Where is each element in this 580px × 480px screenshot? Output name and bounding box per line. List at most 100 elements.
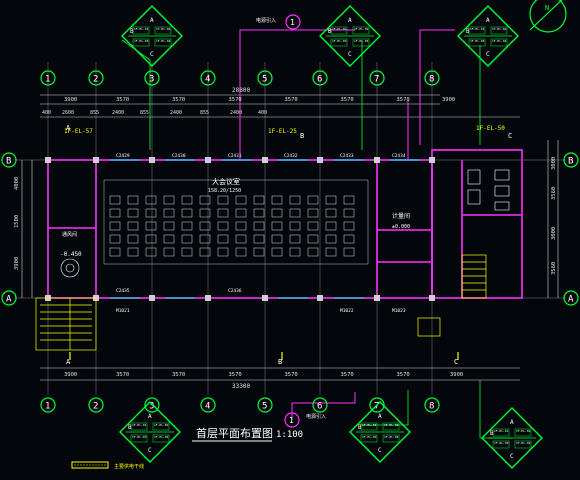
grid-bubble-label: 2 — [93, 75, 98, 85]
seat-block — [109, 208, 121, 218]
grid-bubble-label: 1 — [45, 402, 50, 412]
diamond-letter: C — [148, 447, 152, 454]
grid-bubble-label: A — [6, 295, 12, 305]
grid-bubble-row-A-right: A — [563, 290, 579, 306]
elevation-outside: -0.450 — [60, 251, 82, 258]
seat-block — [325, 208, 337, 218]
top-dim-text-2: 855 — [90, 110, 99, 116]
diamond-panel-label: 1F-EL-01 — [494, 429, 509, 433]
diamond-letter: A — [486, 17, 490, 24]
seat-block — [181, 234, 193, 244]
callout-text-bottom: 电源引入 — [306, 413, 326, 420]
panel-diamond-symbol[interactable]: ABC1F-EL-01 1F-EL-021F-EL-03 1F-EL-04 — [457, 5, 519, 67]
power-entry-callout-top[interactable]: 1 — [285, 14, 301, 30]
diamond-panel-label: 1F-EL-02 — [154, 423, 169, 427]
top-dim-text-2: 855 — [140, 110, 149, 116]
diamond-letter: A — [378, 413, 382, 420]
seat-block — [163, 208, 175, 218]
diamond-panel-label: 1F-EL-01 — [134, 27, 149, 31]
seat-block — [307, 247, 319, 257]
seat-block — [199, 208, 211, 218]
diamond-letter: A — [348, 17, 352, 24]
seat-block — [199, 247, 211, 257]
equip-code-9: M1021 — [116, 308, 130, 314]
top-dim-text-2: 2400 — [230, 110, 242, 116]
bottom-dim-text: 3570 — [341, 372, 354, 378]
seat-block — [109, 234, 121, 244]
floor-plan-svg: 1122334455667788AB BA ABC1F-EL-01 1F-EL-02… — [1, 0, 579, 470]
bottom-dim-text: 3900 — [64, 372, 77, 378]
diamond-panel-label: 1F-EL-03 — [362, 435, 377, 439]
seat-block — [145, 221, 157, 231]
seat-block — [145, 247, 157, 257]
top-dim-text-2: 400 — [258, 110, 267, 116]
grid-bubble-label: 8 — [429, 75, 434, 85]
grid-bubble-col-5-bottom: 5 — [257, 397, 273, 413]
panel-diamond-symbol[interactable]: ABC1F-EL-01 1F-EL-021F-EL-03 1F-EL-04 — [481, 407, 543, 469]
diamond-panel-label: 1F-EL-04 — [154, 435, 169, 439]
seat-block — [199, 195, 211, 205]
grid-bubble-label: 5 — [262, 402, 267, 412]
seat-block — [343, 247, 355, 257]
diamond-panel-label: 1F-EL-01 — [132, 423, 147, 427]
top-dim-text: 3570 — [116, 97, 129, 103]
seat-block — [289, 195, 301, 205]
section-mark-b-top: B — [300, 132, 304, 140]
seat-block — [127, 208, 139, 218]
top-dim-text: 3900 — [64, 97, 77, 103]
top-dim-text-2: 2400 — [170, 110, 182, 116]
equip-code-2: C2430 — [172, 153, 186, 159]
seat-block — [217, 221, 229, 231]
north-arrow-label: N — [545, 4, 549, 12]
seat-block — [199, 221, 211, 231]
power-entry-callout-bottom[interactable]: 1 — [284, 412, 300, 428]
diamond-letter: C — [348, 51, 352, 58]
hall-label: 大会议室 — [212, 177, 240, 186]
seat-block — [307, 195, 319, 205]
diamond-panel-label: 1F-EL-03 — [470, 39, 485, 43]
diamond-panel-label: 1F-EL-03 — [494, 441, 509, 445]
drawing-title: 首层平面布置图 — [196, 426, 273, 440]
seat-block — [217, 234, 229, 244]
diamond-panel-label: 1F-EL-04 — [354, 39, 369, 43]
seat-block — [163, 221, 175, 231]
panel-tag-2: 1F-EL-25 — [268, 128, 297, 135]
seat-block — [109, 221, 121, 231]
top-dim-text-2: 855 — [200, 110, 209, 116]
seat-block — [343, 195, 355, 205]
diamond-panel-label: 1F-EL-04 — [516, 441, 531, 445]
equip-code-8: C2436 — [228, 288, 242, 294]
diamond-letter: C — [150, 51, 154, 58]
seat-block — [127, 234, 139, 244]
top-dim-text: 3900 — [442, 97, 455, 103]
diamond-panel-label: 1F-EL-04 — [384, 435, 399, 439]
grid-bubble-label: 5 — [262, 75, 267, 85]
right-dim-text: 3560 — [551, 262, 557, 275]
seat-block — [145, 208, 157, 218]
grid-bubble-row-A-left: A — [1, 290, 17, 306]
seat-block — [235, 208, 247, 218]
seat-block — [109, 195, 121, 205]
grid-bubble-label: B — [6, 157, 11, 167]
seat-block — [127, 195, 139, 205]
right-dim-text: 3560 — [551, 187, 557, 200]
grid-bubble-label: 8 — [429, 402, 434, 412]
room-label-1: 计量间 — [392, 212, 410, 220]
seat-block — [343, 234, 355, 244]
room-label-2: 通风间 — [62, 231, 77, 238]
seat-block — [307, 234, 319, 244]
seat-block — [325, 221, 337, 231]
grid-bubble-label: 1 — [45, 75, 50, 85]
panel-diamond-symbol[interactable]: ABC1F-EL-01 1F-EL-021F-EL-03 1F-EL-04 — [121, 5, 183, 67]
cad-drawing-canvas: 1122334455667788ABBA A B C 1F-EL-01 1F-EL-02… — [0, 0, 580, 480]
seat-block — [145, 195, 157, 205]
drawing-scale: 1:100 — [276, 430, 303, 440]
grid-bubble-col-8-bottom: 8 — [424, 397, 440, 413]
diamond-panel-label: 1F-EL-04 — [492, 39, 507, 43]
grid-bubble-label: 6 — [317, 402, 322, 412]
grid-bubble-label: B — [568, 157, 573, 167]
top-dim-text: 3570 — [229, 97, 242, 103]
seat-block — [289, 221, 301, 231]
panel-diamond-symbol[interactable]: ABC1F-EL-01 1F-EL-021F-EL-03 1F-EL-04 — [319, 5, 381, 67]
seat-block — [307, 208, 319, 218]
